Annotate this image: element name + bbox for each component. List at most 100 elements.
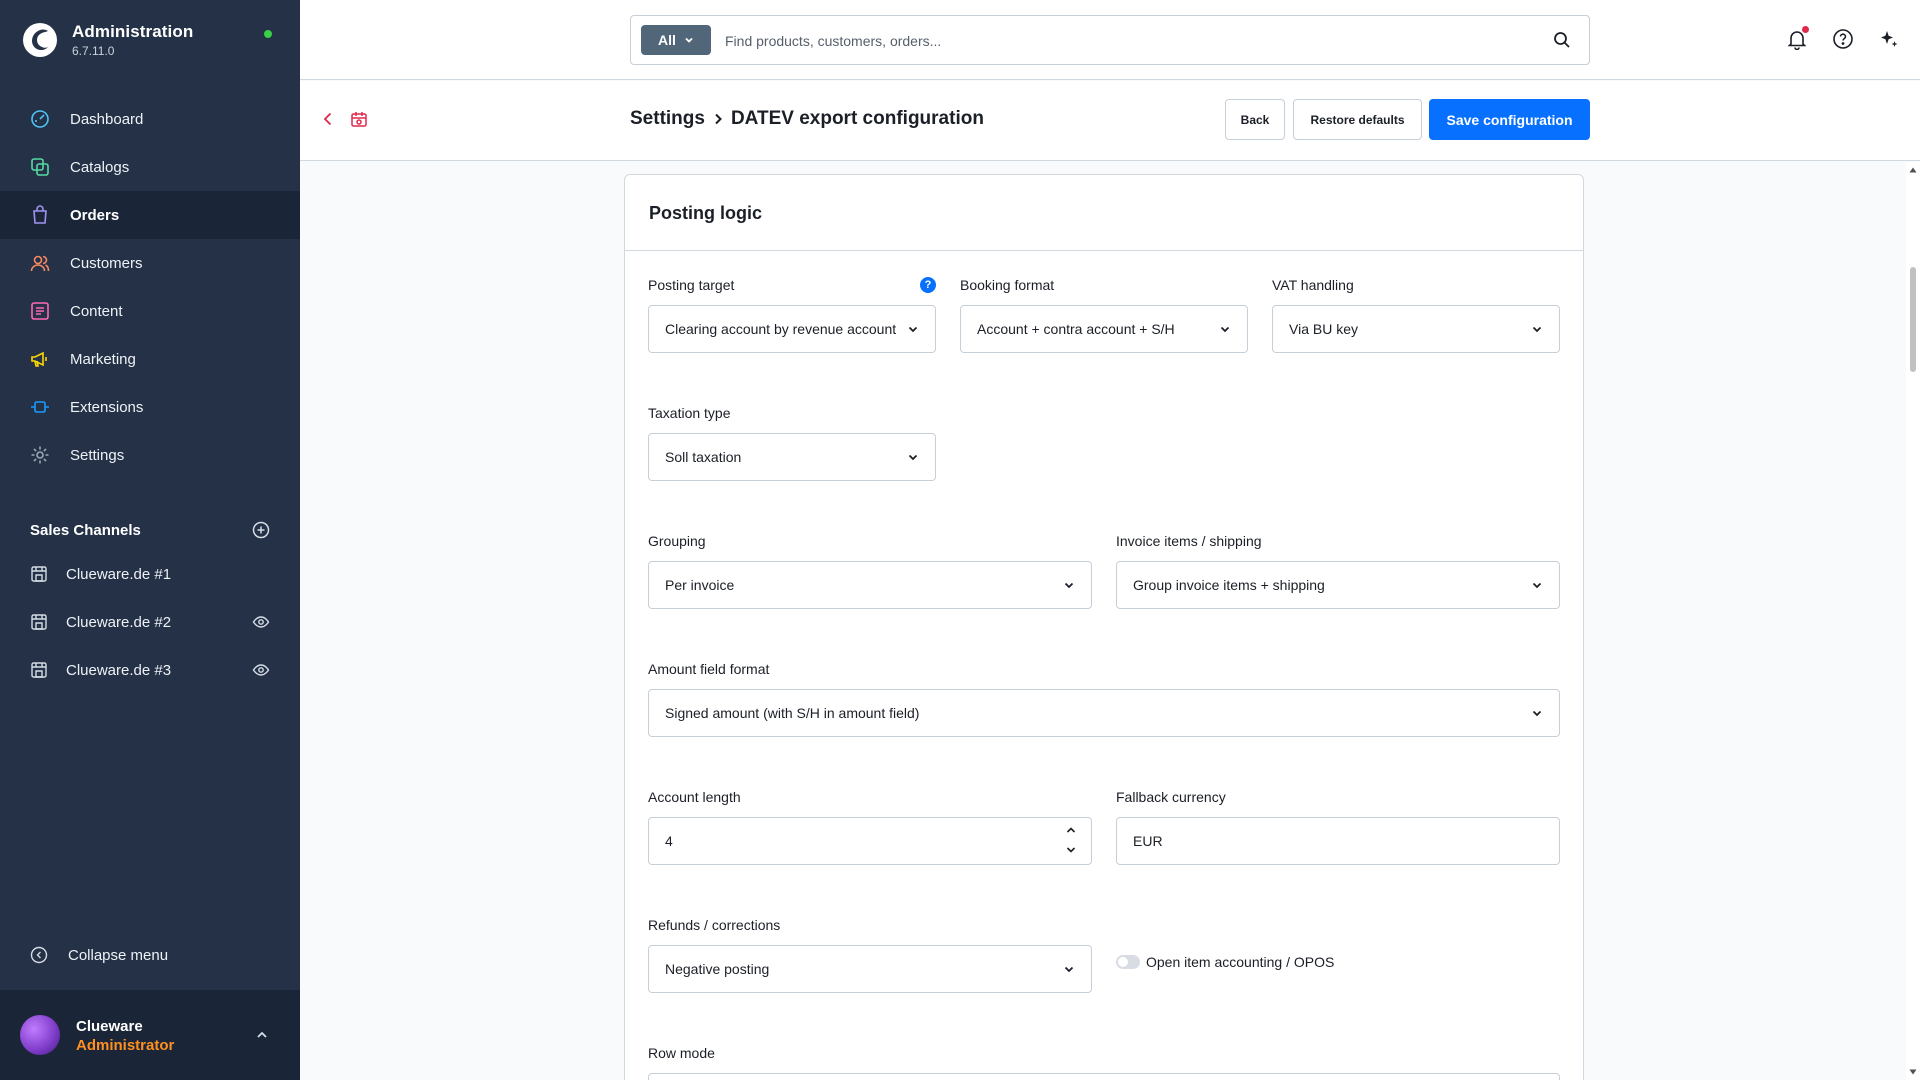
field-label: VAT handling (1272, 277, 1354, 293)
scroll-up-arrow-icon[interactable] (1909, 166, 1917, 174)
sales-channel-item[interactable]: Clueware.de #2 (0, 598, 300, 646)
card-title: Posting logic (625, 175, 1583, 251)
refunds-select[interactable]: Negative posting (648, 945, 1092, 993)
fallback-currency-input[interactable]: EUR (1116, 817, 1560, 865)
notifications-button[interactable] (1786, 26, 1809, 51)
sidebar-item-extensions[interactable]: Extensions (0, 383, 300, 431)
chevron-down-icon (1532, 710, 1542, 717)
top-bar: All (300, 0, 1920, 80)
brand[interactable]: Administration 6.7.11.0 (22, 22, 193, 58)
chevron-up-icon[interactable] (1065, 824, 1077, 836)
opos-label: Open item accounting / OPOS (1146, 954, 1335, 970)
vat-handling-select[interactable]: Via BU key (1272, 305, 1560, 353)
select-value: Negative posting (665, 961, 770, 977)
amount-format-select[interactable]: Signed amount (with S/H in amount field) (648, 689, 1560, 737)
content-scrollbar[interactable] (1906, 162, 1920, 1080)
sales-channels-title: Sales Channels (30, 521, 141, 539)
chevron-down-icon (685, 37, 693, 43)
field-label: Row mode (648, 1045, 715, 1061)
taxation-type-select[interactable]: Soll taxation (648, 433, 936, 481)
field-label: Invoice items / shipping (1116, 533, 1262, 549)
row-mode-field: Row mode (648, 1043, 1560, 1080)
amount-format-field: Amount field format Signed amount (with … (648, 659, 1560, 737)
sales-channels-header: Sales Channels (30, 521, 270, 539)
customers-icon (30, 255, 50, 272)
sidebar-item-marketing[interactable]: Marketing (0, 335, 300, 383)
user-menu[interactable]: Clueware Administrator (0, 990, 300, 1080)
invoice-items-select[interactable]: Group invoice items + shipping (1116, 561, 1560, 609)
field-label: Fallback currency (1116, 789, 1226, 805)
opos-toggle-row[interactable]: Open item accounting / OPOS (1116, 954, 1334, 970)
breadcrumb-current: DATEV export configuration (730, 108, 984, 129)
chevron-left-circle-icon (30, 946, 48, 964)
sidebar-item-label: Content (70, 302, 123, 320)
ai-assistant-button[interactable] (1878, 28, 1900, 50)
sales-channel-item[interactable]: Clueware.de #1 (0, 550, 300, 598)
sales-channel-item[interactable]: Clueware.de #3 (0, 646, 300, 694)
chevron-left-icon[interactable] (320, 111, 336, 127)
posting-logic-card: Posting logic Posting target ? Clearing … (624, 174, 1584, 1080)
sidebar-item-dashboard[interactable]: Dashboard (0, 95, 300, 143)
user-name: Clueware (76, 1018, 143, 1035)
breadcrumb-parent[interactable]: Settings (630, 108, 705, 130)
help-button[interactable] (1832, 28, 1854, 50)
select-value: Soll taxation (665, 449, 742, 465)
chevron-down-icon[interactable] (1065, 844, 1077, 856)
grouping-select[interactable]: Per invoice (648, 561, 1092, 609)
eye-icon[interactable] (252, 613, 270, 631)
global-search: All (630, 15, 1590, 65)
select-value: Via BU key (1289, 321, 1358, 337)
sales-channel-list: Clueware.de #1 Clueware.de #2 Clueware.d… (0, 550, 300, 694)
collapse-menu-label: Collapse menu (68, 946, 169, 964)
storefront-icon (31, 566, 47, 582)
account-length-field: Account length 4 (648, 787, 1092, 865)
field-label: Booking format (960, 277, 1055, 293)
sidebar-item-orders[interactable]: Orders (0, 191, 300, 239)
select-value: Signed amount (with S/H in amount field) (665, 705, 920, 721)
select-value: Per invoice (665, 577, 735, 593)
back-button[interactable]: Back (1225, 99, 1285, 140)
eye-icon[interactable] (252, 661, 270, 679)
sparkle-icon (1881, 31, 1898, 47)
select-value: Clearing account by revenue account (665, 321, 897, 337)
add-circle-icon[interactable] (252, 521, 270, 539)
search-input[interactable] (725, 28, 1525, 54)
sidebar-item-label: Orders (70, 206, 120, 224)
sidebar-item-customers[interactable]: Customers (0, 239, 300, 287)
scroll-thumb[interactable] (1910, 267, 1916, 372)
storefront-icon (31, 614, 47, 630)
orders-icon (33, 205, 47, 224)
sales-channel-label: Clueware.de #3 (66, 661, 172, 679)
restore-defaults-button[interactable]: Restore defaults (1293, 99, 1422, 140)
calendar-history-icon[interactable] (350, 110, 368, 128)
help-icon[interactable]: ? (920, 277, 936, 293)
page-title: Settings DATEV export configuration (630, 108, 984, 130)
search-scope-select[interactable]: All (641, 25, 711, 55)
storefront-icon (31, 662, 47, 678)
opos-toggle[interactable] (1116, 955, 1140, 969)
sidebar-item-catalogs[interactable]: Catalogs (0, 143, 300, 191)
smart-bar: Settings DATEV export configuration Back… (300, 81, 1920, 161)
collapse-menu-button[interactable]: Collapse menu (30, 946, 168, 964)
main-content: Posting logic Posting target ? Clearing … (300, 162, 1920, 1080)
sidebar-item-label: Extensions (70, 398, 144, 416)
row-mode-select[interactable] (648, 1073, 1560, 1080)
shopware-logo (23, 23, 57, 57)
field-label: Amount field format (648, 661, 770, 677)
sidebar-item-settings[interactable]: Settings (0, 431, 300, 479)
chevron-down-icon (908, 326, 918, 333)
input-value: 4 (665, 833, 673, 849)
save-configuration-button[interactable]: Save configuration (1429, 99, 1590, 140)
account-length-input[interactable]: 4 (648, 817, 1092, 865)
chevron-down-icon (908, 454, 918, 461)
select-value: Group invoice items + shipping (1133, 577, 1325, 593)
sales-channel-label: Clueware.de #1 (66, 565, 172, 583)
posting-target-select[interactable]: Clearing account by revenue account (648, 305, 936, 353)
sidebar-item-content[interactable]: Content (0, 287, 300, 335)
booking-format-select[interactable]: Account + contra account + S/H (960, 305, 1248, 353)
scroll-down-arrow-icon[interactable] (1909, 1068, 1917, 1076)
sidebar-item-label: Settings (70, 446, 125, 464)
chevron-up-icon[interactable] (254, 1027, 270, 1043)
search-scope-label: All (658, 32, 676, 48)
search-icon[interactable] (1553, 31, 1571, 49)
